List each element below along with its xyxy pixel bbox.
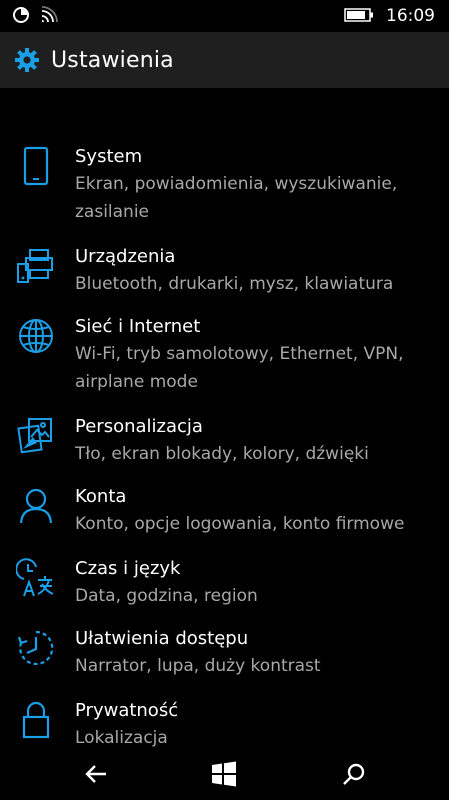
person-icon	[14, 484, 58, 528]
settings-item-title: Personalizacja	[75, 416, 203, 437]
lock-icon	[14, 698, 58, 742]
clock: 16:09	[386, 6, 435, 26]
settings-item-title: System	[75, 146, 143, 167]
phone-icon	[14, 144, 58, 188]
settings-item-subtitle: Bluetooth, drukarki, mysz, klawiatura	[75, 274, 394, 294]
settings-item-subtitle: Data, godzina, region	[75, 586, 258, 606]
back-button[interactable]	[80, 758, 112, 790]
settings-item-system[interactable]: System Ekran, powiadomienia, wyszukiwani…	[0, 144, 449, 234]
start-button[interactable]	[208, 758, 240, 790]
settings-item-title: Sieć i Internet	[75, 316, 201, 337]
settings-item-title: Czas i język	[75, 558, 181, 579]
settings-item-subtitle: Konto, opcje logowania, konto firmowe	[75, 514, 405, 534]
settings-item-accounts[interactable]: Konta Konto, opcje logowania, konto firm…	[0, 484, 449, 544]
globe-icon	[14, 314, 58, 358]
devices-icon	[14, 244, 58, 288]
wifi-icon	[40, 6, 60, 28]
page-header: Ustawienia	[0, 32, 449, 88]
settings-item-privacy[interactable]: Prywatność Lokalizacja	[0, 698, 449, 750]
ease-of-access-icon	[14, 626, 58, 670]
windows-logo-icon	[212, 761, 236, 787]
settings-item-devices[interactable]: Urządzenia Bluetooth, drukarki, mysz, kl…	[0, 244, 449, 304]
settings-item-subtitle: Wi-Fi, tryb samolotowy, Ethernet, VPN, a…	[75, 344, 404, 392]
settings-item-title: Ułatwienia dostępu	[75, 628, 249, 649]
signal-icon	[12, 6, 30, 28]
gear-icon	[13, 46, 41, 74]
settings-item-subtitle: Narrator, lupa, duży kontrast	[75, 656, 321, 676]
settings-item-subtitle: Tło, ekran blokady, kolory, dźwięki	[75, 444, 369, 464]
time-language-icon	[14, 556, 58, 600]
settings-item-title: Konta	[75, 486, 127, 507]
settings-item-ease-of-access[interactable]: Ułatwienia dostępu Narrator, lupa, duży …	[0, 626, 449, 686]
page-title: Ustawienia	[51, 47, 174, 73]
settings-item-title: Prywatność	[75, 700, 179, 721]
search-button[interactable]	[338, 758, 370, 790]
settings-item-time-language[interactable]: Czas i język Data, godzina, region	[0, 556, 449, 616]
settings-item-title: Urządzenia	[75, 246, 176, 267]
search-icon	[343, 763, 365, 785]
settings-item-personalization[interactable]: Personalizacja Tło, ekran blokady, kolor…	[0, 414, 449, 474]
status-bar: 16:09	[0, 0, 449, 32]
settings-item-network[interactable]: Sieć i Internet Wi-Fi, tryb samolotowy, …	[0, 314, 449, 404]
navigation-bar	[0, 748, 449, 800]
battery-icon	[344, 7, 374, 26]
back-arrow-icon	[85, 765, 106, 783]
settings-item-subtitle: Ekran, powiadomienia, wyszukiwanie, zasi…	[75, 174, 398, 222]
personalization-icon	[14, 414, 58, 458]
